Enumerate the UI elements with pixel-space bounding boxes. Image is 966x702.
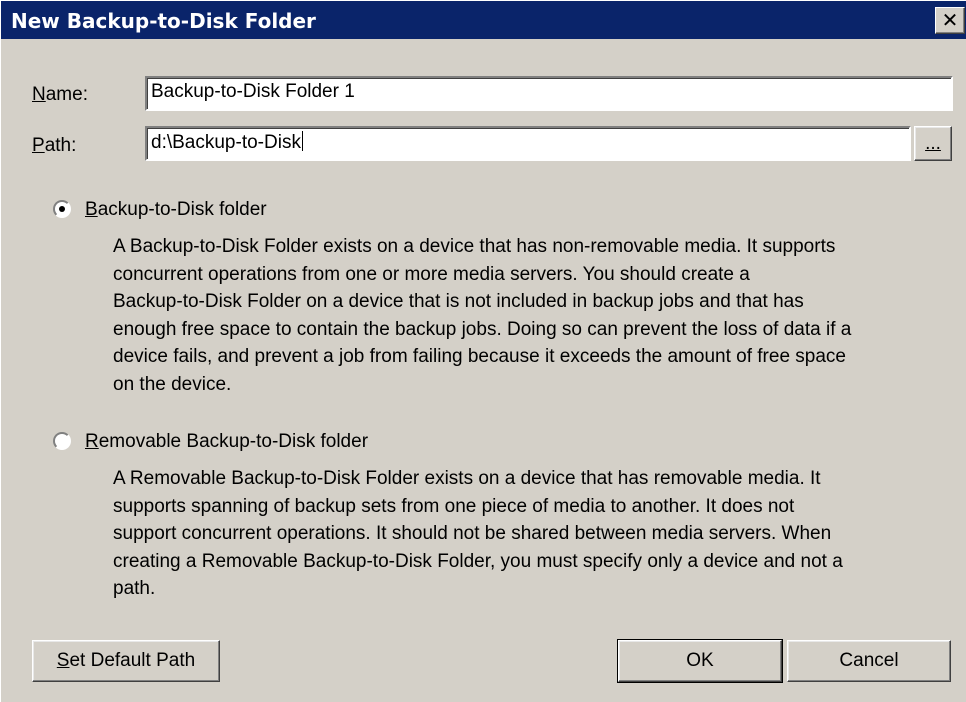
description-line: A Removable Backup-to-Disk Folder exists… — [113, 468, 821, 489]
backup-to-disk-accesskey: B — [85, 199, 98, 220]
removable-backup-to-disk-radio[interactable] — [53, 432, 71, 450]
backup-to-disk-radio[interactable] — [53, 200, 71, 218]
text-caret — [301, 131, 303, 151]
description-line: Backup-to-Disk Folder on a device that i… — [113, 291, 804, 312]
description-line: enough free space to contain the backup … — [113, 318, 852, 340]
description-line: creating a Removable Backup-to-Disk Fold… — [113, 550, 843, 572]
path-label-accesskey: P — [32, 135, 45, 156]
path-label: Path: — [32, 135, 76, 157]
description-line: device fails, and prevent a job from fai… — [113, 346, 846, 367]
description-line: support concurrent operations. It should… — [113, 523, 832, 544]
name-input-value: Backup-to-Disk Folder 1 — [151, 81, 355, 102]
removable-backup-to-disk-radio-label[interactable]: Removable Backup-to-Disk folder — [85, 431, 368, 453]
set-default-label: et Default Path — [69, 650, 196, 671]
description-line: A Backup-to-Disk Folder exists on a devi… — [113, 236, 836, 257]
backup-to-disk-label-text: ackup-to-Disk folder — [97, 199, 267, 220]
new-backup-to-disk-folder-dialog: New Backup-to-Disk Folder ✕ Name: Backup… — [0, 0, 966, 702]
path-input-value: d:\Backup-to-Disk — [151, 132, 301, 153]
browse-button[interactable]: ... — [914, 126, 952, 161]
browse-button-label: ... — [925, 133, 941, 154]
backup-to-disk-description: A Backup-to-Disk Folder exists on a devi… — [113, 233, 851, 398]
cancel-button[interactable]: Cancel — [787, 640, 951, 682]
dialog-title: New Backup-to-Disk Folder — [11, 9, 316, 33]
description-line: concurrent operations from one or more m… — [113, 263, 750, 285]
path-input[interactable]: d:\Backup-to-Disk — [145, 126, 911, 161]
set-default-accesskey: S — [56, 650, 70, 671]
ok-button[interactable]: OK — [617, 639, 783, 683]
name-label-text: ame: — [45, 84, 88, 105]
removable-accesskey: R — [85, 431, 99, 452]
backup-to-disk-radio-label[interactable]: Backup-to-Disk folder — [85, 199, 267, 221]
name-label-accesskey: N — [32, 84, 46, 105]
radio-selected-dot — [59, 206, 65, 212]
close-icon: ✕ — [941, 8, 959, 32]
name-input[interactable]: Backup-to-Disk Folder 1 — [145, 76, 953, 111]
removable-label-text: emovable Backup-to-Disk folder — [98, 431, 369, 452]
description-line: path. — [113, 578, 156, 599]
ok-label: OK — [686, 650, 714, 671]
path-label-text: ath: — [44, 135, 77, 156]
removable-description: A Removable Backup-to-Disk Folder exists… — [113, 465, 843, 603]
set-default-path-button[interactable]: Set Default Path — [32, 640, 220, 682]
close-button[interactable]: ✕ — [935, 7, 965, 34]
title-bar[interactable]: New Backup-to-Disk Folder ✕ — [1, 1, 966, 39]
description-line: on the device. — [113, 373, 232, 395]
cancel-label: Cancel — [839, 650, 899, 671]
description-line: supports spanning of backup sets from on… — [113, 495, 795, 517]
name-label: Name: — [32, 84, 88, 106]
